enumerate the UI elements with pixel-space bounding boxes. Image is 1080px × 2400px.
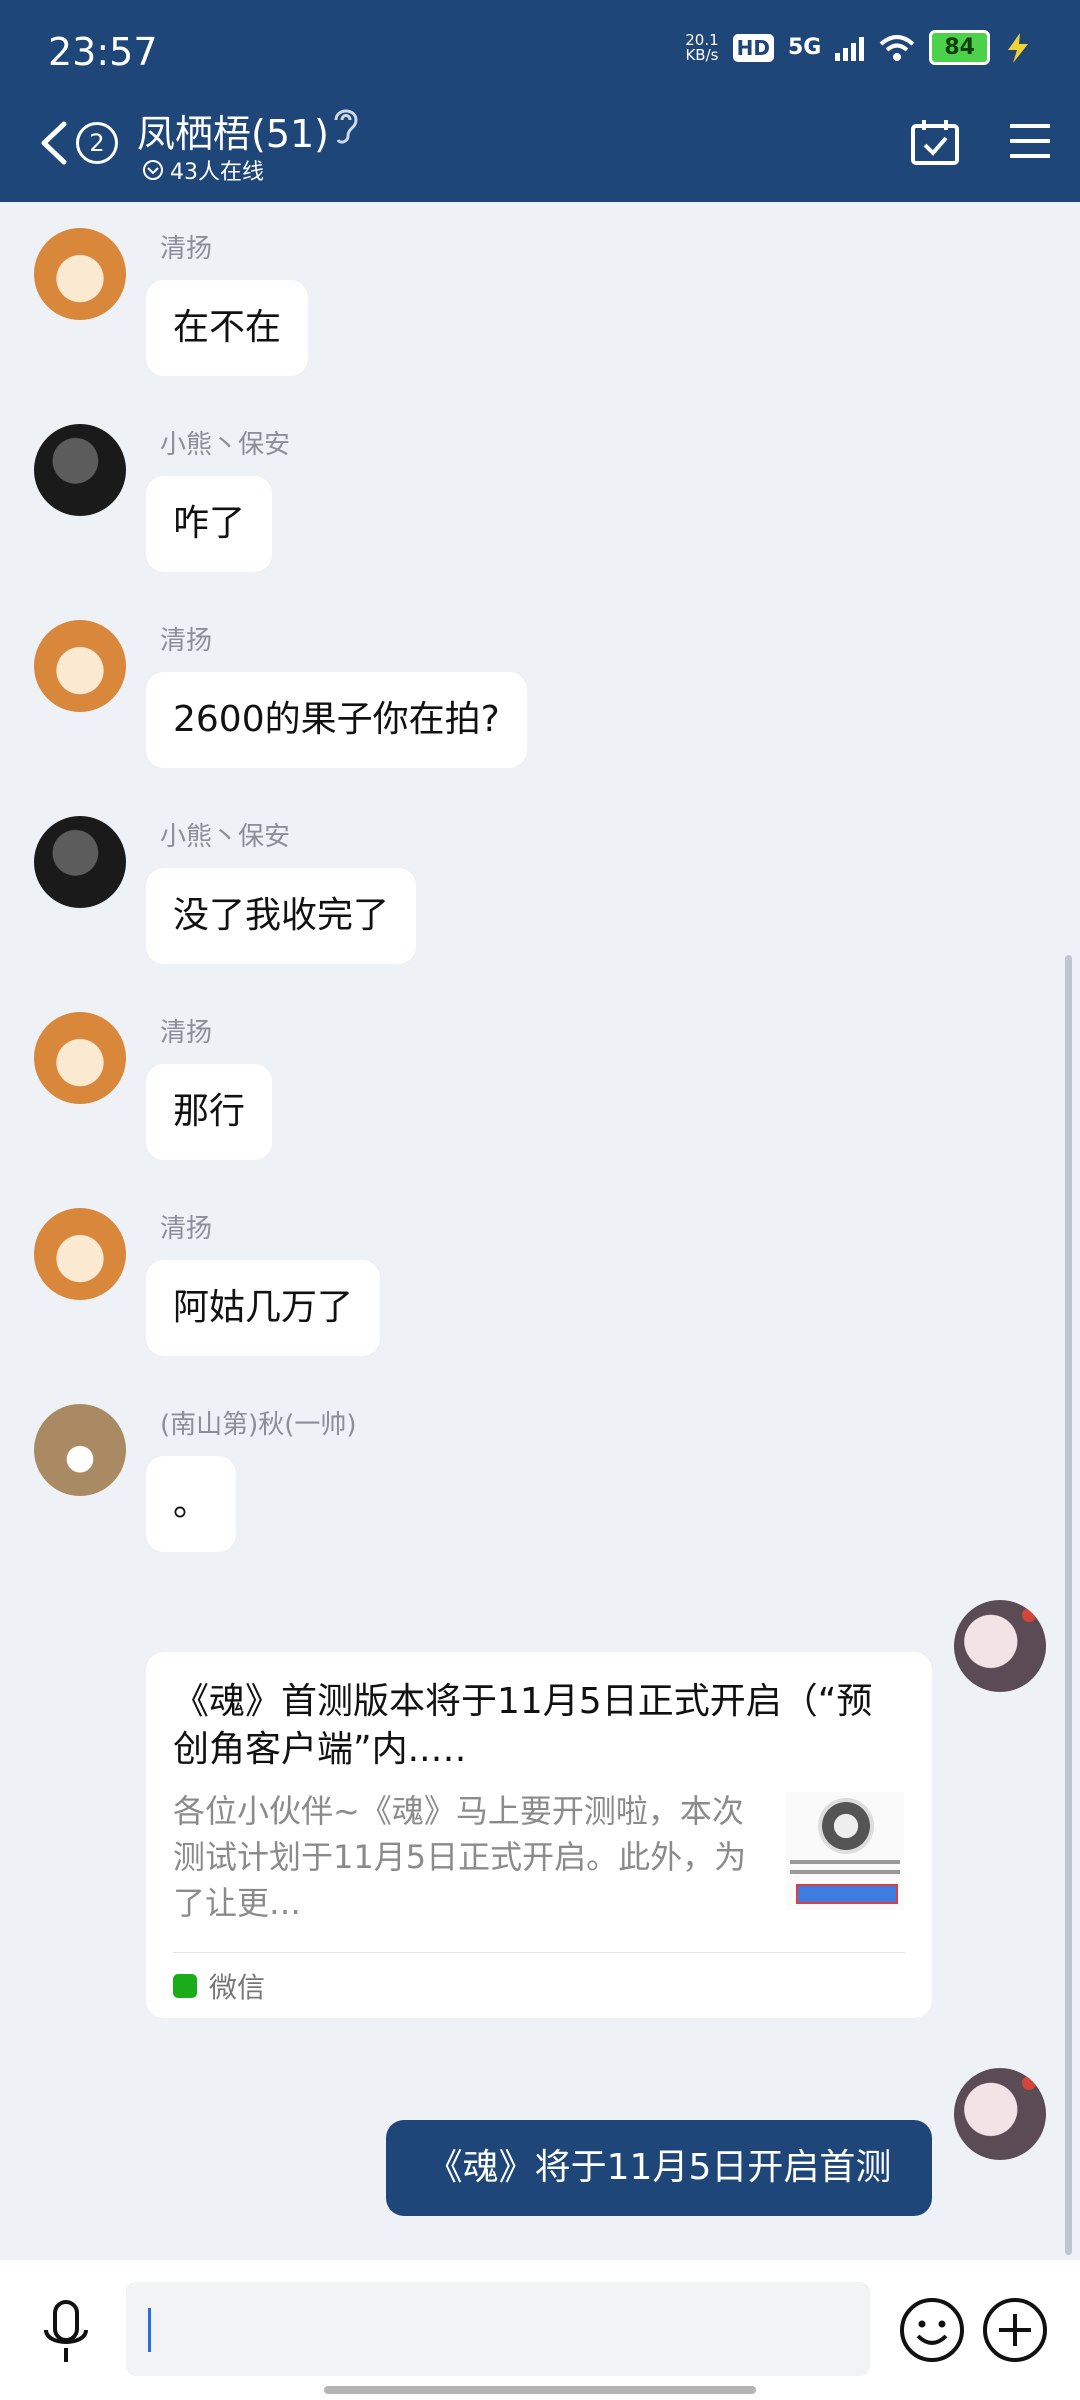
avatar[interactable]	[34, 228, 126, 320]
calendar-check-icon[interactable]	[910, 118, 960, 166]
sender-name: 小熊丶保安	[160, 430, 291, 460]
message-bubble[interactable]: 咋了	[146, 476, 273, 572]
card-title: 《魂》首测版本将于11月5日正式开启（“预创角客户端”内..…	[173, 1681, 873, 1770]
message-bubble[interactable]: 。	[146, 1456, 237, 1552]
status-time: 23:57	[48, 30, 158, 74]
my-avatar[interactable]	[954, 1600, 1046, 1692]
unread-count-badge[interactable]: 2	[76, 122, 118, 164]
status-icons: 20.1 KB/s HD 5G 84	[685, 30, 1032, 65]
avatar[interactable]	[34, 424, 126, 516]
avatar[interactable]	[34, 1012, 126, 1104]
message-bubble[interactable]: 在不在	[146, 280, 309, 376]
chevron-down-circle-icon	[143, 160, 163, 180]
hd-icon: HD	[732, 33, 774, 62]
shared-link-card[interactable]: 《魂》首测版本将于11月5日正式开启（“预创角客户端”内..… 各位小伙伴~《魂…	[146, 1652, 932, 2018]
sender-name: 清扬	[160, 626, 213, 656]
wechat-icon	[173, 1974, 197, 1998]
ear-icon[interactable]	[328, 104, 360, 146]
card-description: 各位小伙伴~《魂》马上要开测啦，本次测试计划于11月5日正式开启。此外，为了让更…	[173, 1792, 747, 1922]
message-input[interactable]	[126, 2282, 870, 2376]
online-count: 43人在线	[170, 160, 264, 185]
thumbnail-button-graphic	[796, 1884, 898, 1904]
signal-icon	[835, 36, 865, 61]
net-speed-unit: KB/s	[685, 45, 719, 64]
home-indicator[interactable]	[324, 2386, 756, 2394]
microphone-icon[interactable]	[38, 2298, 94, 2368]
game-logo-icon	[818, 1798, 874, 1854]
group-title[interactable]: 凤栖梧(51)	[137, 103, 329, 158]
sender-name: (南山第)秋(一帅)	[160, 1410, 357, 1440]
card-divider	[173, 1952, 905, 1953]
scrollbar[interactable]	[1065, 955, 1072, 2255]
text-caret	[148, 2308, 151, 2352]
message-bubble[interactable]: 2600的果子你在拍?	[146, 672, 527, 768]
avatar[interactable]	[34, 1208, 126, 1300]
sender-name: 清扬	[160, 1214, 213, 1244]
chat-header: 23:57 20.1 KB/s HD 5G 84 2 凤栖梧(51) 43人在线	[0, 0, 1080, 202]
net-speed: 20.1 KB/s	[685, 32, 719, 64]
card-source: 微信	[173, 1966, 265, 2006]
menu-icon[interactable]	[1010, 122, 1050, 160]
online-status[interactable]: 43人在线	[142, 154, 264, 186]
message-bubble[interactable]: 那行	[146, 1064, 273, 1160]
own-message-bubble[interactable]: 《魂》将于11月5日开启首测	[386, 2120, 932, 2216]
my-avatar[interactable]	[954, 2068, 1046, 2160]
card-source-label: 微信	[209, 1971, 266, 2004]
back-button[interactable]	[34, 118, 74, 168]
input-bar	[0, 2260, 1080, 2400]
plus-icon[interactable]	[981, 2296, 1049, 2364]
emoji-icon[interactable]	[898, 2296, 966, 2364]
sender-name: 小熊丶保安	[160, 822, 291, 852]
avatar[interactable]	[34, 1404, 126, 1496]
card-thumbnail	[786, 1792, 904, 1910]
battery-level: 84	[929, 30, 990, 65]
avatar[interactable]	[34, 620, 126, 712]
sender-name: 清扬	[160, 234, 213, 264]
message-bubble[interactable]: 没了我收完了	[146, 868, 417, 964]
avatar[interactable]	[34, 816, 126, 908]
sender-name: 清扬	[160, 1018, 213, 1048]
wifi-icon	[880, 34, 915, 61]
message-bubble[interactable]: 阿姑几万了	[146, 1260, 381, 1356]
charging-icon	[1008, 32, 1028, 63]
network-label: 5G	[788, 35, 822, 60]
